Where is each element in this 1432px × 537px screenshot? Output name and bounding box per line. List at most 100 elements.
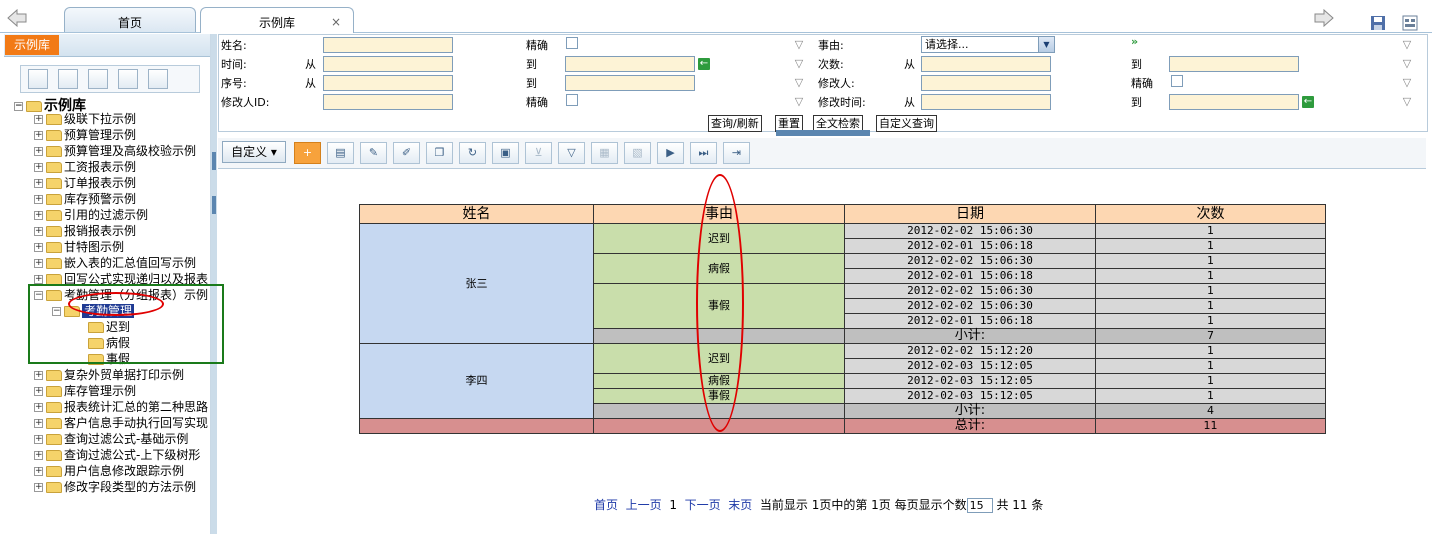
- back-arrow-icon[interactable]: [6, 9, 28, 27]
- delete-icon[interactable]: ▣: [492, 142, 519, 164]
- expand-icon[interactable]: +: [34, 387, 43, 396]
- filter-icon[interactable]: ▽: [1401, 96, 1413, 108]
- expand-icon[interactable]: +: [34, 451, 43, 460]
- count-from-input[interactable]: [921, 56, 1051, 72]
- modifier-exact-checkbox[interactable]: [1171, 75, 1183, 87]
- chevron-down-icon[interactable]: ▼: [1038, 37, 1054, 52]
- filter-icon[interactable]: ▽: [793, 39, 805, 51]
- close-icon[interactable]: ×: [331, 7, 341, 37]
- last-record-icon[interactable]: ⏭: [690, 142, 717, 164]
- collapse-icon[interactable]: −: [14, 101, 23, 111]
- copy-icon[interactable]: ❐: [426, 142, 453, 164]
- date-picker-icon[interactable]: ←: [698, 58, 710, 70]
- filter-icon[interactable]: ▽: [793, 96, 805, 108]
- tree-item[interactable]: + 修改字段类型的方法示例: [34, 479, 196, 495]
- tree-item[interactable]: + 订单报表示例: [34, 175, 136, 191]
- expand-icon[interactable]: +: [34, 419, 43, 428]
- expand-icon[interactable]: +: [34, 467, 43, 476]
- filter-icon[interactable]: ▽: [793, 58, 805, 70]
- expand-icon[interactable]: +: [34, 131, 43, 140]
- modifier-id-exact-checkbox[interactable]: [566, 94, 578, 106]
- filter-icon[interactable]: ▽: [1401, 58, 1413, 70]
- filter-icon[interactable]: ▽: [1401, 77, 1413, 89]
- name-exact-checkbox[interactable]: [566, 37, 578, 49]
- count-to-input[interactable]: [1169, 56, 1299, 72]
- expand-icon[interactable]: +: [34, 259, 43, 268]
- expand-icon[interactable]: +: [34, 483, 43, 492]
- tree-item[interactable]: + 库存管理示例: [34, 383, 136, 399]
- print-icon[interactable]: ▤: [327, 142, 354, 164]
- tree-item[interactable]: + 库存预警示例: [34, 191, 136, 207]
- query-collapse-tab[interactable]: [776, 130, 870, 136]
- modtime-to-input[interactable]: [1169, 94, 1299, 110]
- tree-item[interactable]: + 复杂外贸单据打印示例: [34, 367, 184, 383]
- collapse-arrow-icon[interactable]: [212, 152, 216, 170]
- expand-icon[interactable]: +: [34, 195, 43, 204]
- new-report-icon[interactable]: [28, 69, 48, 89]
- tree-item[interactable]: + 用户信息修改跟踪示例: [34, 463, 184, 479]
- first-page-link[interactable]: 首页: [594, 498, 618, 512]
- save-icon[interactable]: [1370, 15, 1386, 31]
- next-page-link[interactable]: 下一页: [685, 498, 721, 512]
- edit-icon[interactable]: [58, 69, 78, 89]
- sidebar-title[interactable]: 示例库: [5, 35, 60, 55]
- reason-select[interactable]: 请选择... ▼: [921, 36, 1055, 53]
- expand-icon[interactable]: +: [34, 371, 43, 380]
- expand-icon[interactable]: +: [34, 243, 43, 252]
- name-input[interactable]: [323, 37, 453, 53]
- seq-from-input[interactable]: [323, 75, 453, 91]
- filter-icon[interactable]: ▽: [793, 77, 805, 89]
- tab-home[interactable]: 首页: [64, 7, 196, 32]
- tab-example-library[interactable]: 示例库 ×: [200, 7, 354, 33]
- custom-dropdown-button[interactable]: 自定义 ▾: [222, 141, 286, 163]
- delete-icon[interactable]: [88, 69, 108, 89]
- expand-chevron-icon[interactable]: »: [1131, 35, 1138, 48]
- expand-icon[interactable]: +: [34, 163, 43, 172]
- expand-icon[interactable]: +: [34, 115, 43, 124]
- expand-icon[interactable]: +: [34, 179, 43, 188]
- modtime-from-input[interactable]: [921, 94, 1051, 110]
- tree-item[interactable]: + 报表统计汇总的第二种思路: [34, 399, 208, 415]
- tree-item[interactable]: + 嵌入表的汇总值回写示例: [34, 255, 196, 271]
- time-to-input[interactable]: [565, 56, 695, 72]
- date-picker-icon[interactable]: ←: [1302, 96, 1314, 108]
- filter-icon[interactable]: ▽: [1401, 39, 1413, 51]
- modifier-id-input[interactable]: [323, 94, 453, 110]
- export-icon[interactable]: [118, 69, 138, 89]
- expand-icon[interactable]: +: [34, 211, 43, 220]
- tree-item[interactable]: + 查询过滤公式-基础示例: [34, 431, 188, 447]
- tree-item[interactable]: + 报销报表示例: [34, 223, 136, 239]
- exit-icon[interactable]: ⇥: [723, 142, 750, 164]
- tree-item[interactable]: + 工资报表示例: [34, 159, 136, 175]
- custom-query-button[interactable]: 自定义查询: [876, 115, 937, 132]
- tree-item[interactable]: + 甘特图示例: [34, 239, 124, 255]
- forward-arrow-icon[interactable]: [1313, 9, 1335, 27]
- add-icon[interactable]: +: [294, 142, 321, 164]
- expand-icon[interactable]: +: [34, 275, 43, 284]
- time-from-input[interactable]: [323, 56, 453, 72]
- tree-item[interactable]: + 查询过滤公式-上下级树形: [34, 447, 200, 463]
- export-icon[interactable]: ▦: [591, 142, 618, 164]
- clear-filter-icon[interactable]: ⊻: [525, 142, 552, 164]
- filter-icon[interactable]: ▽: [558, 142, 585, 164]
- play-icon[interactable]: ▶: [657, 142, 684, 164]
- edit-icon[interactable]: ✎: [360, 142, 387, 164]
- expand-arrow-icon[interactable]: [212, 196, 216, 214]
- modifier-input[interactable]: [921, 75, 1051, 91]
- tree-item[interactable]: + 客户信息手动执行回写实现: [34, 415, 208, 431]
- query-refresh-button[interactable]: 查询/刷新: [708, 115, 762, 132]
- expand-icon[interactable]: +: [34, 435, 43, 444]
- window-icon[interactable]: [1402, 15, 1418, 31]
- tree-item[interactable]: + 预算管理示例: [34, 127, 136, 143]
- expand-icon[interactable]: +: [34, 403, 43, 412]
- expand-icon[interactable]: +: [34, 147, 43, 156]
- run-icon[interactable]: [148, 69, 168, 89]
- tree-item[interactable]: + 引用的过滤示例: [34, 207, 148, 223]
- last-page-link[interactable]: 末页: [728, 498, 752, 512]
- tree-item[interactable]: + 预算管理及高级校验示例: [34, 143, 196, 159]
- prev-page-link[interactable]: 上一页: [626, 498, 662, 512]
- expand-icon[interactable]: +: [34, 227, 43, 236]
- seq-to-input[interactable]: [565, 75, 695, 91]
- modify-icon[interactable]: ✐: [393, 142, 420, 164]
- tree-item[interactable]: + 级联下拉示例: [34, 111, 136, 127]
